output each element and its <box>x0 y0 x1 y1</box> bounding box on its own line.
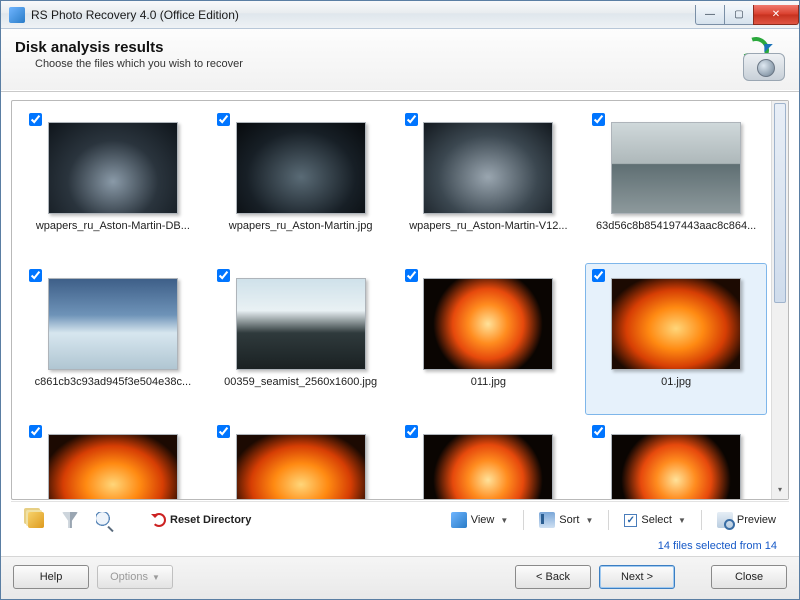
view-icon <box>451 512 467 528</box>
close-window-button[interactable]: ✕ <box>753 5 799 25</box>
maximize-button[interactable]: ▢ <box>724 5 754 25</box>
file-checkbox[interactable] <box>405 425 418 438</box>
file-cell[interactable] <box>210 419 392 499</box>
file-checkbox[interactable] <box>592 113 605 126</box>
scroll-thumb[interactable] <box>774 103 786 303</box>
file-checkbox[interactable] <box>29 113 42 126</box>
select-menu[interactable]: ✓ Select ▼ <box>617 508 693 532</box>
thumbnail-image[interactable] <box>423 434 553 499</box>
file-name: 01.jpg <box>588 376 764 388</box>
file-cell[interactable]: wpapers_ru_Aston-Martin-DB... <box>22 107 204 259</box>
chevron-down-icon: ▼ <box>678 516 686 525</box>
file-name: wpapers_ru_Aston-Martin-V12... <box>401 220 577 232</box>
thumbnail-image[interactable] <box>423 122 553 214</box>
separator <box>608 510 609 530</box>
window-title: RS Photo Recovery 4.0 (Office Edition) <box>31 8 239 22</box>
file-name: c861cb3c93ad945f3e504e38c... <box>25 376 201 388</box>
thumbnail-image[interactable] <box>48 278 178 370</box>
reset-label: Reset Directory <box>170 514 251 526</box>
reset-directory-button[interactable]: Reset Directory <box>145 508 258 532</box>
wizard-header: Disk analysis results Choose the files w… <box>1 29 799 92</box>
wizard-body: wpapers_ru_Aston-Martin-DB... wpapers_ru_… <box>1 92 799 556</box>
thumbnail-image[interactable] <box>611 278 741 370</box>
chevron-down-icon: ▼ <box>152 573 160 582</box>
page-title: Disk analysis results <box>15 39 243 56</box>
checkbox-icon: ✓ <box>624 514 637 527</box>
file-name: wpapers_ru_Aston-Martin-DB... <box>25 220 201 232</box>
thumbnail-image[interactable] <box>48 122 178 214</box>
file-cell[interactable]: c861cb3c93ad945f3e504e38c... <box>22 263 204 415</box>
thumbnail-image[interactable] <box>236 434 366 499</box>
app-icon <box>9 7 25 23</box>
file-cell[interactable]: 011.jpg <box>398 263 580 415</box>
filter-button[interactable] <box>55 508 85 532</box>
view-menu[interactable]: View ▼ <box>444 508 516 532</box>
thumbnail-image[interactable] <box>236 278 366 370</box>
thumbnail-image[interactable] <box>423 278 553 370</box>
file-cell[interactable] <box>22 419 204 499</box>
wizard-footer: Help Options ▼ < Back Next > Close <box>1 556 799 599</box>
close-button[interactable]: Close <box>711 565 787 589</box>
separator <box>523 510 524 530</box>
file-checkbox[interactable] <box>29 269 42 282</box>
next-button[interactable]: Next > <box>599 565 675 589</box>
preview-button[interactable]: Preview <box>710 508 783 532</box>
vertical-scrollbar[interactable]: ▾ <box>771 101 788 499</box>
file-cell[interactable]: 63d56c8b854197443aac8c864... <box>585 107 767 259</box>
thumbnail-image[interactable] <box>236 122 366 214</box>
file-checkbox[interactable] <box>405 269 418 282</box>
file-name: 00359_seamist_2560x1600.jpg <box>213 376 389 388</box>
stack-button[interactable] <box>17 508 51 532</box>
recovery-icon <box>733 39 785 81</box>
help-button[interactable]: Help <box>13 565 89 589</box>
options-label: Options <box>110 571 148 583</box>
zoom-button[interactable] <box>89 508 119 532</box>
back-button[interactable]: < Back <box>515 565 591 589</box>
file-cell[interactable]: wpapers_ru_Aston-Martin-V12... <box>398 107 580 259</box>
file-checkbox[interactable] <box>592 269 605 282</box>
thumbnail-grid: wpapers_ru_Aston-Martin-DB... wpapers_ru_… <box>12 101 771 499</box>
zoom-icon <box>96 512 112 528</box>
sort-icon <box>539 512 555 528</box>
file-cell[interactable] <box>585 419 767 499</box>
grid-toolbar: Reset Directory View ▼ Sort ▼ ✓ Select ▼ <box>11 501 789 538</box>
thumbnail-image[interactable] <box>48 434 178 499</box>
file-checkbox[interactable] <box>405 113 418 126</box>
window-controls: — ▢ ✕ <box>696 5 799 25</box>
preview-icon <box>717 512 733 528</box>
selection-status: 14 files selected from 14 <box>11 538 789 556</box>
title-bar[interactable]: RS Photo Recovery 4.0 (Office Edition) —… <box>1 1 799 29</box>
file-checkbox[interactable] <box>29 425 42 438</box>
options-button[interactable]: Options ▼ <box>97 565 173 589</box>
preview-label: Preview <box>737 514 776 526</box>
chevron-down-icon: ▼ <box>585 516 593 525</box>
file-name: 011.jpg <box>401 376 577 388</box>
file-cell[interactable]: wpapers_ru_Aston-Martin.jpg <box>210 107 392 259</box>
sort-label: Sort <box>559 514 579 526</box>
chevron-down-icon: ▼ <box>500 516 508 525</box>
sort-menu[interactable]: Sort ▼ <box>532 508 600 532</box>
view-label: View <box>471 514 495 526</box>
separator <box>701 510 702 530</box>
results-panel: wpapers_ru_Aston-Martin-DB... wpapers_ru_… <box>11 100 789 500</box>
reset-icon <box>152 513 166 527</box>
app-window: RS Photo Recovery 4.0 (Office Edition) —… <box>0 0 800 600</box>
file-cell[interactable] <box>398 419 580 499</box>
page-subtitle: Choose the files which you wish to recov… <box>15 58 243 70</box>
minimize-button[interactable]: — <box>695 5 725 25</box>
filter-icon <box>62 512 78 528</box>
file-checkbox[interactable] <box>217 425 230 438</box>
stack-icon <box>28 512 44 528</box>
file-name: 63d56c8b854197443aac8c864... <box>588 220 764 232</box>
file-cell[interactable]: 00359_seamist_2560x1600.jpg <box>210 263 392 415</box>
file-cell[interactable]: 01.jpg <box>585 263 767 415</box>
file-checkbox[interactable] <box>217 113 230 126</box>
select-label: Select <box>641 514 672 526</box>
file-checkbox[interactable] <box>592 425 605 438</box>
file-checkbox[interactable] <box>217 269 230 282</box>
file-name: wpapers_ru_Aston-Martin.jpg <box>213 220 389 232</box>
thumbnail-image[interactable] <box>611 122 741 214</box>
thumbnail-image[interactable] <box>611 434 741 499</box>
scroll-down-arrow[interactable]: ▾ <box>774 482 786 497</box>
